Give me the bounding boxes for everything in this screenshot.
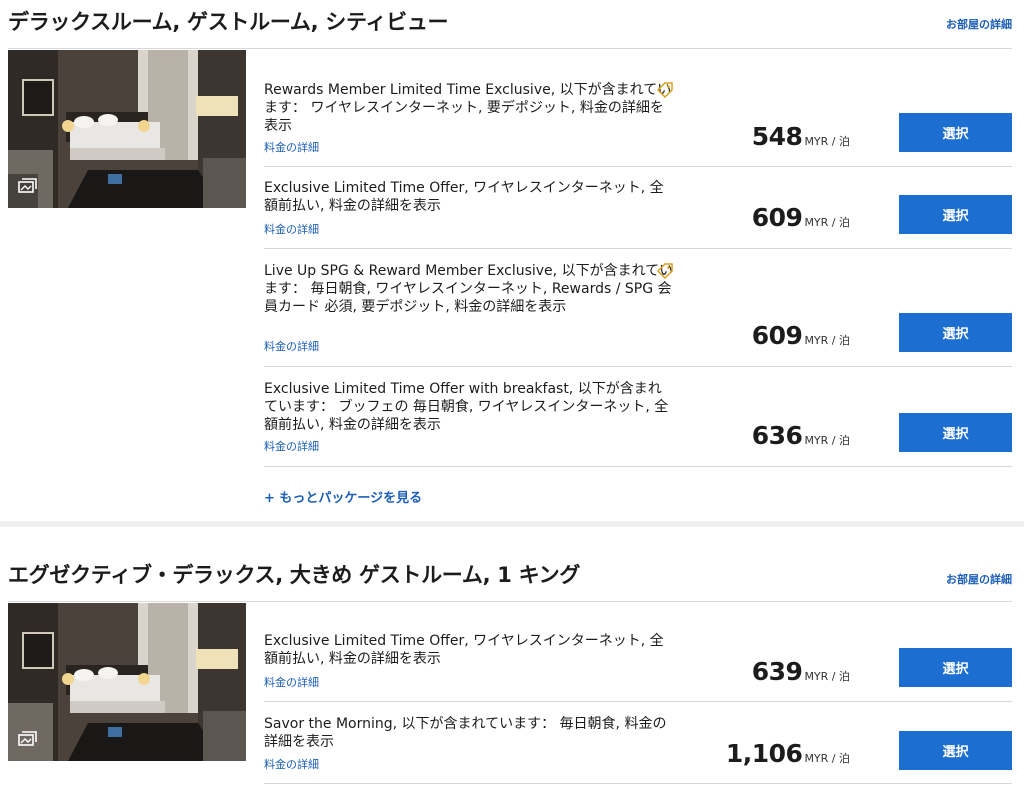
rate-details-link[interactable]: 料金の詳細	[264, 438, 319, 454]
rate-row: Exclusive Limited Time Offer, ワイヤレスインターネ…	[264, 603, 1012, 702]
divider	[264, 783, 1012, 784]
room-title: エグゼクティブ・デラックス, 大きめ ゲストルーム, 1 キング	[8, 563, 581, 587]
rate-name: Rewards Member Limited Time Exclusive, 以…	[264, 82, 672, 134]
rate-name: Exclusive Limited Time Offer with breakf…	[264, 381, 669, 433]
divider	[8, 48, 1012, 49]
gallery-icon[interactable]	[18, 178, 38, 194]
rate-row: Exclusive Limited Time Offer with breakf…	[264, 367, 1012, 467]
price-tag-icon	[656, 263, 673, 280]
price: 1,106 MYR / 泊	[726, 739, 850, 768]
gallery-icon[interactable]	[18, 731, 38, 747]
select-button[interactable]: 選択	[899, 313, 1012, 352]
section-divider	[0, 521, 1024, 527]
price: 636 MYR / 泊	[752, 421, 850, 450]
price: 548 MYR / 泊	[752, 122, 850, 151]
rate-details-link[interactable]: 料金の詳細	[264, 221, 319, 237]
select-button[interactable]: 選択	[899, 113, 1012, 152]
rate-row: Live Up SPG & Reward Member Exclusive, 以…	[264, 249, 1012, 367]
price: 609 MYR / 泊	[752, 203, 850, 232]
room-title: デラックスルーム, ゲストルーム, シティビュー	[8, 10, 449, 34]
price-amount: 548	[751, 122, 803, 151]
price: 639 MYR / 泊	[752, 657, 850, 686]
rate-name: Savor the Morning, 以下が含まれています： 毎日朝食, 料金の…	[264, 716, 667, 750]
select-button[interactable]: 選択	[899, 648, 1012, 687]
more-packages-link[interactable]: + もっとパッケージを見る	[264, 487, 422, 506]
price-amount: 1,106	[725, 739, 803, 768]
price-unit: MYR / 泊	[804, 135, 850, 148]
rate-details-link[interactable]: 料金の詳細	[264, 756, 319, 772]
price-unit: MYR / 泊	[804, 434, 850, 447]
rate-details-link[interactable]: 料金の詳細	[264, 674, 319, 690]
divider	[8, 601, 1012, 602]
price-unit: MYR / 泊	[804, 334, 850, 347]
rate-details-link[interactable]: 料金の詳細	[264, 139, 319, 155]
divider	[264, 466, 1012, 467]
rate-row: Savor the Morning, 以下が含まれています： 毎日朝食, 料金の…	[264, 702, 1012, 784]
room-details-link[interactable]: お部屋の詳細	[946, 16, 1012, 32]
rate-name: Live Up SPG & Reward Member Exclusive, 以…	[264, 263, 674, 315]
select-button[interactable]: 選択	[899, 413, 1012, 452]
rate-row: Exclusive Limited Time Offer, ワイヤレスインターネ…	[264, 167, 1012, 249]
price-unit: MYR / 泊	[804, 670, 850, 683]
price-unit: MYR / 泊	[804, 752, 850, 765]
room-photo[interactable]	[8, 50, 246, 208]
rate-name: Exclusive Limited Time Offer, ワイヤレスインターネ…	[264, 180, 664, 214]
price-amount: 636	[751, 421, 803, 450]
rate-name: Exclusive Limited Time Offer, ワイヤレスインターネ…	[264, 633, 664, 667]
select-button[interactable]: 選択	[899, 195, 1012, 234]
price-amount: 639	[751, 657, 803, 686]
price-amount: 609	[751, 321, 803, 350]
price-unit: MYR / 泊	[804, 216, 850, 229]
rate-row: Rewards Member Limited Time Exclusive, 以…	[264, 50, 1012, 167]
select-button[interactable]: 選択	[899, 731, 1012, 770]
room-photo[interactable]	[8, 603, 246, 761]
price-tag-icon	[656, 82, 673, 99]
price: 609 MYR / 泊	[752, 321, 850, 350]
price-amount: 609	[751, 203, 803, 232]
room-details-link[interactable]: お部屋の詳細	[946, 571, 1012, 587]
rate-details-link[interactable]: 料金の詳細	[264, 338, 319, 354]
